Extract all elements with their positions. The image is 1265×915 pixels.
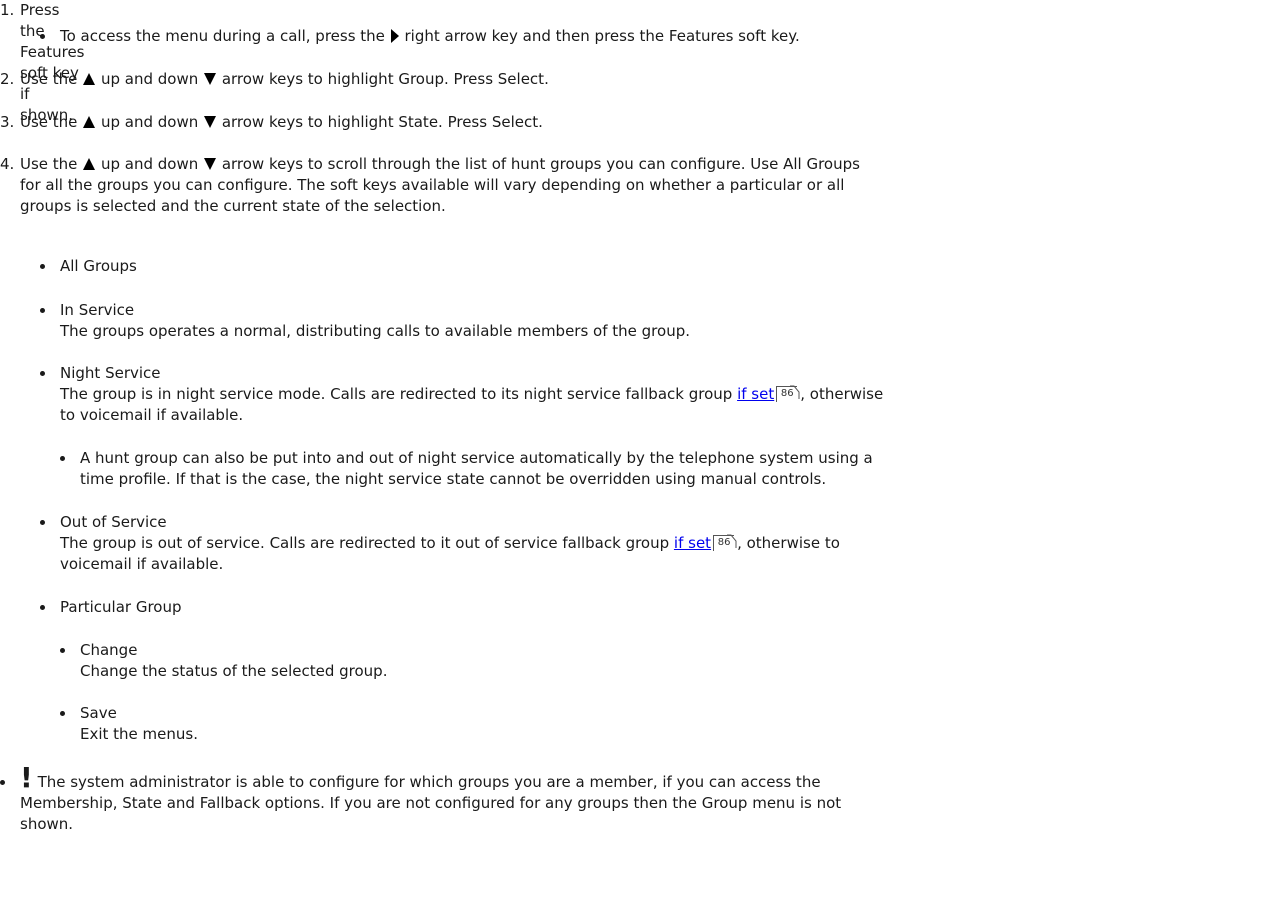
if-set-link[interactable]: if set: [674, 534, 711, 552]
item-description: The group is out of service. Calls are r…: [60, 534, 840, 552]
exclamation-icon: !: [20, 761, 33, 794]
down-arrow-icon: [204, 73, 217, 85]
page-reference-icon[interactable]: 86: [776, 385, 800, 402]
bullet: [60, 648, 65, 653]
bullet: [60, 456, 65, 461]
bullet: [0, 780, 5, 785]
step-text: Use the up and down arrow keys to highli…: [20, 70, 549, 88]
item-title: Out of Service: [60, 513, 167, 531]
bullet: [40, 371, 45, 376]
down-arrow-icon: [204, 116, 217, 128]
bullet: [40, 264, 45, 269]
item-description: Exit the menus.: [80, 725, 198, 743]
right-arrow-icon: [390, 29, 399, 43]
bullet: [40, 605, 45, 610]
bullet-text: To access the menu during a call, press …: [60, 27, 800, 45]
item-title: Save: [80, 704, 117, 722]
step-text: Use the up and down arrow keys to scroll…: [20, 155, 860, 215]
step-number: 4.: [0, 155, 15, 173]
page-reference-icon[interactable]: 86: [713, 534, 737, 551]
up-arrow-icon: [83, 73, 96, 85]
item-title: Night Service: [60, 364, 161, 382]
item-description: The group is in night service mode. Call…: [60, 385, 884, 403]
item-description: The groups operates a normal, distributi…: [60, 322, 690, 340]
item-title: In Service: [60, 301, 135, 319]
down-arrow-icon: [204, 158, 217, 170]
up-arrow-icon: [83, 116, 96, 128]
step-number: 2.: [0, 70, 15, 88]
help-document: 1. Press the Features soft key if shown.…: [0, 1, 884, 833]
bullet: [40, 34, 45, 39]
up-arrow-icon: [83, 158, 96, 170]
item-description: Change the status of the selected group.: [80, 662, 388, 680]
step-number: 1.: [0, 1, 15, 19]
step-number: 3.: [0, 113, 15, 131]
item-title: Change: [80, 641, 138, 659]
bullet: [40, 308, 45, 313]
bullet: [40, 520, 45, 525]
step-text: Use the up and down arrow keys to highli…: [20, 113, 543, 131]
step-text: Press the Features soft key if shown.: [20, 1, 85, 124]
if-set-link[interactable]: if set: [737, 385, 774, 403]
bullet: [60, 711, 65, 716]
